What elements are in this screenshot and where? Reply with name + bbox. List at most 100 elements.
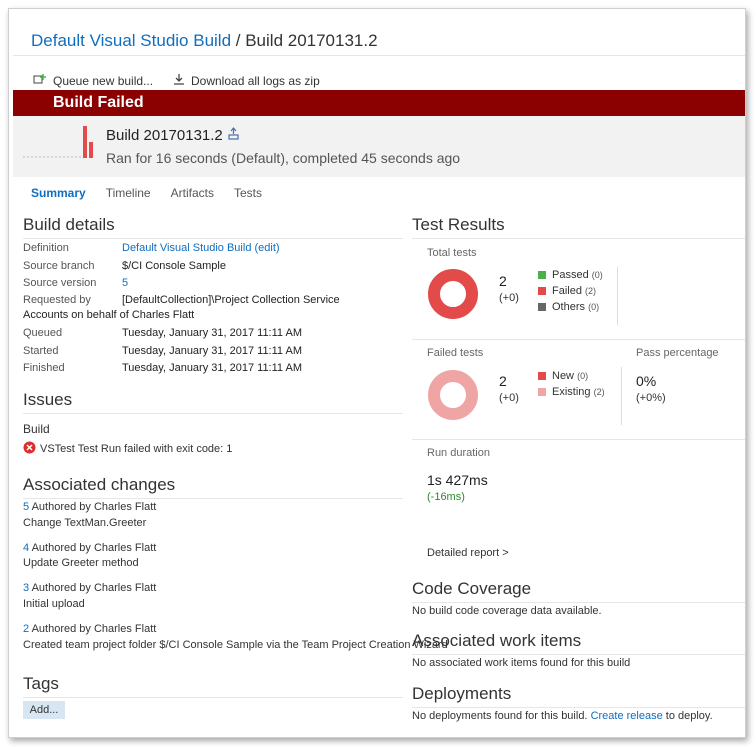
legend-existing-count: (2) [593,387,605,397]
history-bar-current [89,142,93,158]
new-swatch [538,372,546,381]
deployments-message-row: No deployments found for this build. Cre… [412,710,713,722]
retain-icon[interactable] [227,127,240,144]
tags-heading: Tags [23,674,59,693]
create-release-link[interactable]: Create release [591,710,663,722]
pass-percentage-delta: (+0%) [636,392,666,404]
source-version-link[interactable]: 5 [122,277,128,289]
source-version-label: Source version [23,277,97,289]
run-duration-delta: (-16ms) [427,491,465,503]
started-value: Tuesday, January 31, 2017 11:11 AM [122,345,302,357]
changes-divider [23,498,403,499]
page-title: Default Visual Studio Build / Build 2017… [31,31,378,51]
total-tests-delta: (+0) [499,292,519,304]
source-branch-value: $/CI Console Sample [122,260,226,272]
passed-swatch [538,271,546,280]
pass-percentage-value: 0% [636,373,657,389]
title-divider [13,55,745,56]
work-items-heading: Associated work items [412,631,582,650]
change-message: Created team project folder $/CI Console… [23,639,448,651]
download-logs-label: Download all logs as zip [191,73,320,88]
queue-build-icon [33,73,47,88]
deployments-message: No deployments found for this build. [412,710,588,722]
breadcrumb-definition-link[interactable]: Default Visual Studio Build [31,31,231,50]
error-icon [23,441,36,457]
legend-failed-count: (2) [585,286,597,296]
queued-label: Queued [23,327,63,339]
queue-new-build-button[interactable]: Queue new build... [33,73,153,88]
started-label: Started [23,345,59,357]
existing-swatch [538,388,546,397]
legend-failed: Failed (2) [538,285,596,297]
total-tests-count: 2 [499,273,507,289]
tags-divider [23,697,403,698]
build-duration-text: Ran for 16 seconds (Default), completed … [106,150,461,166]
download-logs-button[interactable]: Download all logs as zip [173,73,320,88]
failed-tests-divider [412,339,745,340]
legend-failed-label: Failed [552,285,582,297]
tab-timeline[interactable]: Timeline [106,186,151,200]
tab-summary[interactable]: Summary [31,186,86,200]
legend-passed-label: Passed [552,269,589,281]
change-item: 4 Authored by Charles Flatt [23,542,156,554]
pass-percentage-label: Pass percentage [636,347,719,359]
failed-tests-label: Failed tests [427,347,484,359]
change-message: Initial upload [23,598,85,610]
work-items-divider [412,654,745,655]
change-author: Authored by Charles Flatt [31,501,157,513]
change-id-link[interactable]: 3 [23,582,29,594]
download-icon [173,73,185,88]
detailed-report-link[interactable]: Detailed report > [427,547,509,559]
breadcrumb-build: Build 20170131.2 [245,31,378,50]
work-items-message: No associated work items found for this … [412,657,631,669]
legend-existing: Existing (2) [538,386,605,398]
change-author: Authored by Charles Flatt [31,582,157,594]
finished-label: Finished [23,362,65,374]
change-id-link[interactable]: 2 [23,623,29,635]
legend-new-count: (0) [577,371,589,381]
code-coverage-heading: Code Coverage [412,579,532,598]
code-coverage-divider [412,602,745,603]
failed-tests-donut [428,370,478,420]
requested-by-value: [DefaultCollection]\Project Collection S… [122,294,340,306]
legend-others-count: (0) [588,302,600,312]
others-swatch [538,303,546,312]
definition-link[interactable]: Default Visual Studio Build (edit) [122,242,280,254]
tab-artifacts[interactable]: Artifacts [171,186,214,200]
build-details-divider [23,238,403,239]
tab-bar: Summary Timeline Artifacts Tests [31,186,262,200]
total-tests-donut [428,269,478,319]
definition-label: Definition [23,242,69,254]
total-tests-label: Total tests [427,247,477,259]
donut-existing-segment [428,370,478,420]
deployments-divider [412,707,745,708]
pass-pct-divider [621,367,622,425]
run-duration-value: 1s 427ms [427,472,488,488]
deployments-heading: Deployments [412,684,512,703]
change-id-link[interactable]: 4 [23,542,29,554]
change-id-link[interactable]: 5 [23,501,29,513]
source-branch-label: Source branch [23,260,95,272]
legend-divider [617,267,618,325]
test-results-heading: Test Results [412,215,505,234]
change-author: Authored by Charles Flatt [31,542,157,554]
tab-tests[interactable]: Tests [234,186,262,200]
build-history-chart [23,126,93,158]
run-duration-divider [412,439,745,440]
deployments-suffix: to deploy. [665,710,713,722]
finished-value: Tuesday, January 31, 2017 11:11 AM [122,362,302,374]
test-results-divider [412,238,745,239]
change-message: Change TextMan.Greeter [23,517,147,529]
build-name-text: Build 20170131.2 [106,127,223,144]
issues-group-label: Build [23,422,50,436]
donut-failed-segment [428,269,478,319]
queued-value: Tuesday, January 31, 2017 11:11 AM [122,327,302,339]
failed-swatch [538,287,546,296]
legend-new-label: New [552,370,575,382]
legend-others: Others (0) [538,301,599,313]
add-tag-button[interactable]: Add... [23,701,65,719]
issue-message: VSTest Test Run failed with exit code: 1 [40,443,233,455]
failed-tests-count: 2 [499,373,507,389]
failed-tests-delta: (+0) [499,392,519,404]
change-author: Authored by Charles Flatt [31,623,157,635]
